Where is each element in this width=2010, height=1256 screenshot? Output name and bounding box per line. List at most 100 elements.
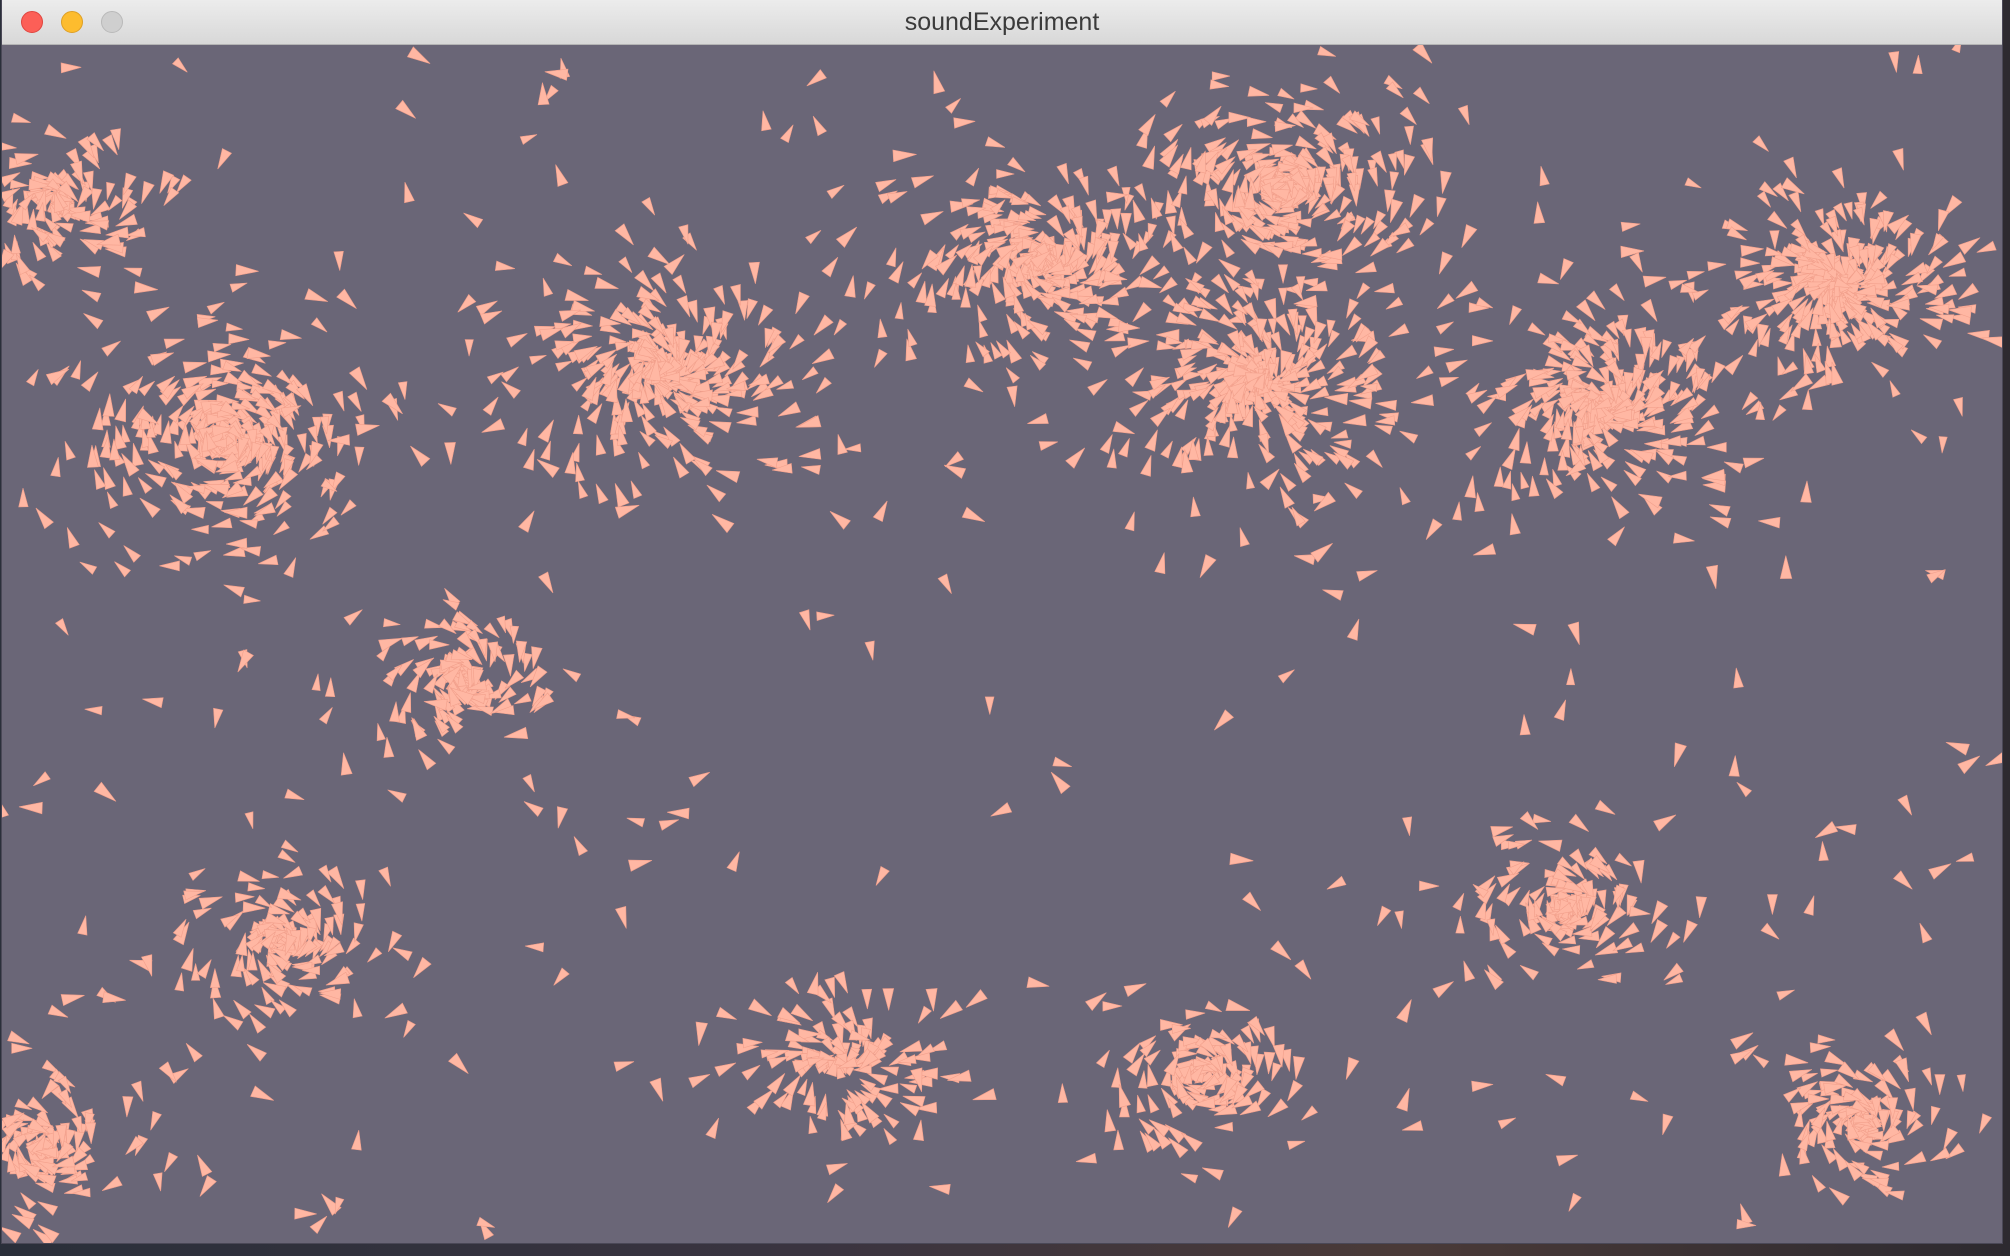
particle [123, 545, 141, 563]
particle [883, 1113, 900, 1129]
particle [384, 1002, 408, 1019]
particle [1118, 320, 1140, 333]
particle [1124, 367, 1144, 388]
particle [1335, 344, 1358, 361]
particle [404, 181, 415, 204]
particle [984, 696, 995, 715]
particle [1218, 258, 1241, 278]
particle [1611, 496, 1630, 520]
particle [1201, 1167, 1224, 1181]
particle [613, 1061, 635, 1072]
particle [1752, 135, 1769, 152]
particle [309, 1215, 328, 1234]
particle [1099, 434, 1113, 454]
particle [1404, 153, 1416, 176]
particle [1606, 905, 1627, 927]
particle [1052, 756, 1072, 767]
particle [899, 1040, 923, 1053]
particle [1274, 313, 1291, 336]
title-bar[interactable]: soundExperiment [2, 0, 2002, 45]
particle [1171, 446, 1183, 469]
particle [1389, 171, 1400, 190]
particle [115, 213, 138, 227]
particle [1662, 1113, 1674, 1136]
particle [1095, 306, 1118, 319]
particle [649, 1077, 664, 1102]
particle [212, 997, 225, 1020]
particle [1102, 1001, 1123, 1012]
particle [539, 327, 564, 341]
particle [961, 506, 985, 522]
particle [1452, 893, 1465, 911]
particle [952, 265, 965, 287]
particle [1214, 1121, 1234, 1132]
particle [191, 524, 209, 535]
particle [180, 948, 194, 972]
particle [833, 318, 848, 336]
particle [1881, 1161, 1900, 1171]
particle [152, 1172, 163, 1192]
particle [1183, 246, 1197, 266]
particle [1046, 214, 1065, 238]
particle [1293, 1055, 1306, 1080]
particle [1465, 446, 1482, 461]
particle [279, 329, 302, 341]
particle [1653, 814, 1677, 832]
particle [10, 234, 21, 255]
particle [1948, 267, 1967, 277]
particle [1728, 755, 1740, 777]
particle [965, 344, 976, 364]
particle [1246, 472, 1256, 490]
particle [795, 291, 810, 315]
particle [1576, 959, 1595, 970]
particle [108, 194, 123, 211]
particle [943, 464, 967, 479]
particle [1760, 922, 1780, 940]
particle [1367, 167, 1378, 187]
particle [1180, 1173, 1199, 1184]
particle [1764, 246, 1784, 257]
particle [953, 117, 976, 129]
particle [544, 68, 569, 81]
particle [844, 275, 856, 298]
particle [688, 771, 711, 788]
particle [1640, 298, 1658, 322]
particle [1951, 45, 1961, 54]
particle [808, 1115, 818, 1135]
particle [235, 932, 248, 957]
particle [79, 561, 98, 575]
particle [1537, 272, 1559, 285]
particle [746, 298, 758, 319]
particle [7, 1030, 30, 1045]
particle [501, 381, 521, 399]
particle [1772, 404, 1787, 421]
sketch-canvas[interactable] [2, 45, 2002, 1243]
particle [529, 355, 547, 365]
particle [899, 1102, 921, 1117]
particle [1154, 552, 1166, 575]
particle [1926, 255, 1943, 275]
particle [209, 968, 221, 988]
particle [1910, 429, 1928, 445]
particle [894, 302, 904, 320]
app-window[interactable]: soundExperiment [2, 0, 2002, 1243]
particle [1778, 1153, 1791, 1177]
particle [1629, 1090, 1649, 1102]
particle [614, 223, 634, 246]
particle [1110, 1067, 1122, 1089]
particle [243, 594, 261, 604]
particle [796, 1078, 808, 1097]
particle [1609, 283, 1625, 301]
particle [234, 892, 255, 903]
particle [1629, 905, 1651, 917]
particle [101, 340, 121, 357]
particle [1344, 482, 1363, 499]
particle [482, 396, 499, 416]
particle [1311, 407, 1329, 417]
particle [990, 802, 1013, 817]
particle [506, 333, 528, 348]
particle [829, 511, 851, 530]
particle [91, 407, 104, 431]
particle [1509, 513, 1521, 536]
particle [1979, 1113, 1992, 1134]
